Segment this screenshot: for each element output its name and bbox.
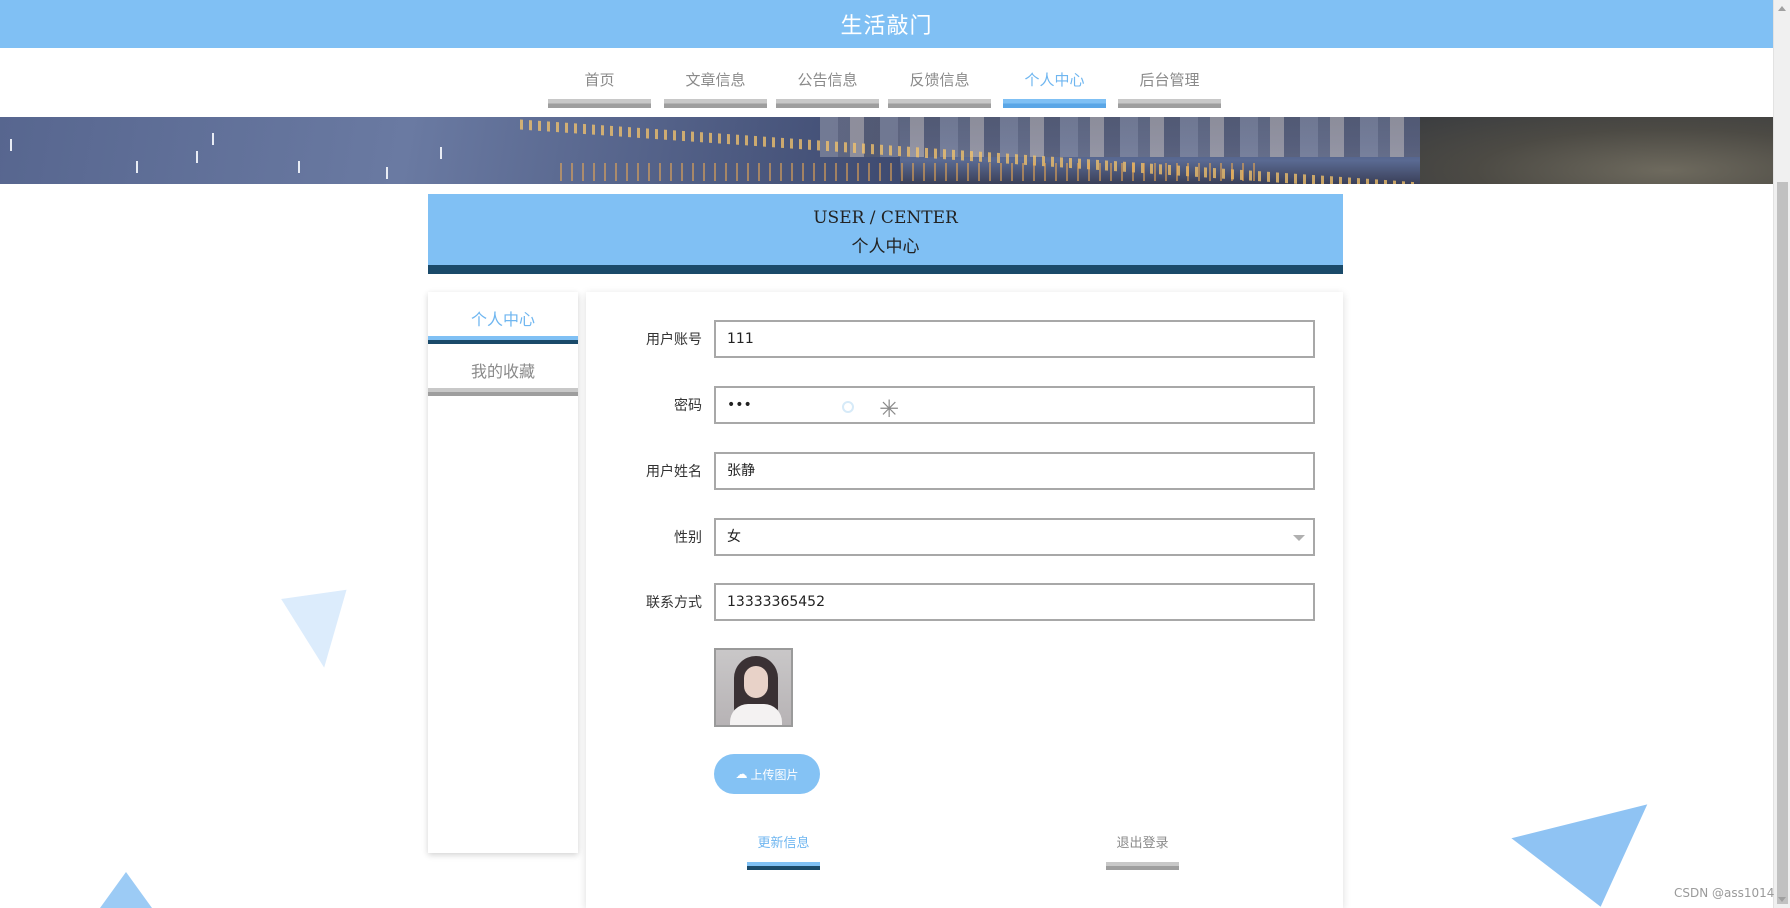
- sidebar-item-label: 我的收藏: [470, 362, 535, 381]
- boat-mast: [10, 139, 12, 151]
- form-row-password: 密码 •••: [586, 386, 1343, 424]
- avatar: [714, 648, 793, 727]
- profile-form: 用户账号 111 密码 ••• ✳ 用户姓名 张静 性别 女 联系方式 1333…: [586, 292, 1343, 908]
- chevron-down-icon: [1293, 535, 1305, 541]
- scroll-up-icon[interactable]: [1778, 6, 1786, 11]
- boat-mast: [440, 147, 442, 159]
- update-info-underline: [747, 862, 820, 870]
- section-title-en: USER / CENTER: [813, 208, 958, 228]
- decor-triangle: [100, 872, 152, 908]
- banner-hill: [1420, 117, 1773, 184]
- boat-mast: [386, 167, 388, 179]
- sidebar-item-underline: [428, 388, 578, 396]
- section-header: USER / CENTER 个人中心: [428, 194, 1343, 274]
- name-label: 用户姓名: [646, 464, 702, 480]
- account-label: 用户账号: [646, 332, 702, 348]
- sidebar: 个人中心 我的收藏: [428, 292, 578, 853]
- upload-image-label: 上传图片: [750, 767, 799, 782]
- nav-item-underline: [1118, 99, 1221, 108]
- name-input[interactable]: 张静: [714, 452, 1315, 490]
- loading-dot-icon: [842, 401, 854, 413]
- nav-item-label: 文章信息: [685, 71, 746, 89]
- form-row-account: 用户账号 111: [586, 320, 1343, 358]
- nav-item-admin[interactable]: 后台管理: [1118, 48, 1221, 108]
- section-title-cn: 个人中心: [851, 237, 920, 257]
- form-row-name: 用户姓名 张静: [586, 452, 1343, 490]
- page-scrollbar[interactable]: [1773, 0, 1790, 908]
- nav-item-home[interactable]: 首页: [548, 48, 651, 108]
- decor-triangle: [281, 589, 357, 673]
- banner-image: [0, 117, 1773, 184]
- main-nav: 首页 文章信息 公告信息 反馈信息 个人中心 后台管理: [0, 48, 1773, 118]
- nav-item-underline: [888, 99, 991, 108]
- loading-overlay: ✳: [830, 392, 924, 423]
- form-row-phone: 联系方式 13333365452: [586, 583, 1343, 621]
- nav-item-articles[interactable]: 文章信息: [664, 48, 767, 108]
- password-input[interactable]: •••: [714, 386, 1315, 424]
- banner-reflection: [560, 163, 1260, 181]
- logout-label: 退出登录: [1116, 836, 1169, 851]
- update-info-button[interactable]: 更新信息: [747, 832, 820, 870]
- nav-item-underline: [776, 99, 879, 108]
- cloud-upload-icon: ☁: [735, 767, 748, 781]
- avatar-body: [730, 704, 782, 725]
- nav-item-label: 反馈信息: [909, 71, 970, 89]
- sidebar-item-favorites[interactable]: 我的收藏: [428, 344, 578, 396]
- nav-item-label: 公告信息: [797, 71, 858, 89]
- nav-item-underline: [1003, 99, 1106, 108]
- nav-item-label: 后台管理: [1139, 71, 1200, 89]
- sidebar-item-user-center[interactable]: 个人中心: [428, 292, 578, 344]
- boat-mast: [136, 161, 138, 173]
- page: 生活敲门 首页 文章信息 公告信息 反馈信息 个人中心 后台管理 USER / …: [0, 0, 1790, 908]
- nav-item-label: 个人中心: [1024, 71, 1085, 89]
- boat-mast: [212, 133, 214, 145]
- boat-mast: [196, 151, 198, 163]
- gender-select[interactable]: 女: [714, 518, 1315, 556]
- scrollbar-thumb[interactable]: [1777, 182, 1788, 904]
- nav-item-label: 首页: [584, 71, 615, 89]
- logout-underline: [1106, 862, 1179, 870]
- form-row-gender: 性别 女: [586, 518, 1343, 556]
- upload-image-button[interactable]: ☁ 上传图片: [714, 754, 820, 794]
- nav-item-underline: [664, 99, 767, 108]
- nav-item-feedback[interactable]: 反馈信息: [888, 48, 991, 108]
- nav-item-notices[interactable]: 公告信息: [776, 48, 879, 108]
- boat-mast: [298, 161, 300, 173]
- nav-item-underline: [548, 99, 651, 108]
- password-label: 密码: [674, 398, 702, 414]
- top-header: 生活敲门: [0, 0, 1773, 48]
- account-input[interactable]: 111: [714, 320, 1315, 358]
- site-title: 生活敲门: [840, 14, 933, 39]
- section-underline: [428, 265, 1343, 274]
- avatar-face: [744, 666, 768, 698]
- phone-label: 联系方式: [646, 595, 702, 611]
- scroll-down-icon[interactable]: [1778, 897, 1786, 902]
- nav-item-user-center[interactable]: 个人中心: [1003, 48, 1106, 108]
- loading-spinner-icon: ✳: [878, 395, 900, 423]
- logout-button[interactable]: 退出登录: [1106, 832, 1179, 870]
- phone-input[interactable]: 13333365452: [714, 583, 1315, 621]
- gender-label: 性别: [674, 530, 702, 546]
- decor-triangle: [1511, 804, 1669, 908]
- watermark: CSDN @ass1014: [1674, 886, 1775, 900]
- sidebar-item-underline: [428, 336, 578, 344]
- gender-select-value: 女: [727, 529, 741, 545]
- update-info-label: 更新信息: [757, 836, 810, 851]
- sidebar-item-label: 个人中心: [470, 310, 535, 329]
